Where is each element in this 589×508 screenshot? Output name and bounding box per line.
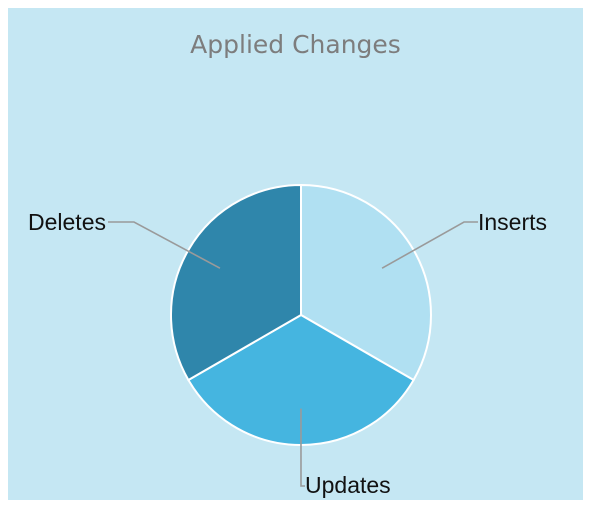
slice-label-updates: Updates xyxy=(305,472,391,498)
slice-label-inserts: Inserts xyxy=(478,209,547,235)
chart-panel: Applied Changes Inserts Updates Deletes xyxy=(8,8,583,500)
pie-chart: Inserts Updates Deletes xyxy=(28,183,547,498)
slice-label-deletes: Deletes xyxy=(28,209,106,235)
